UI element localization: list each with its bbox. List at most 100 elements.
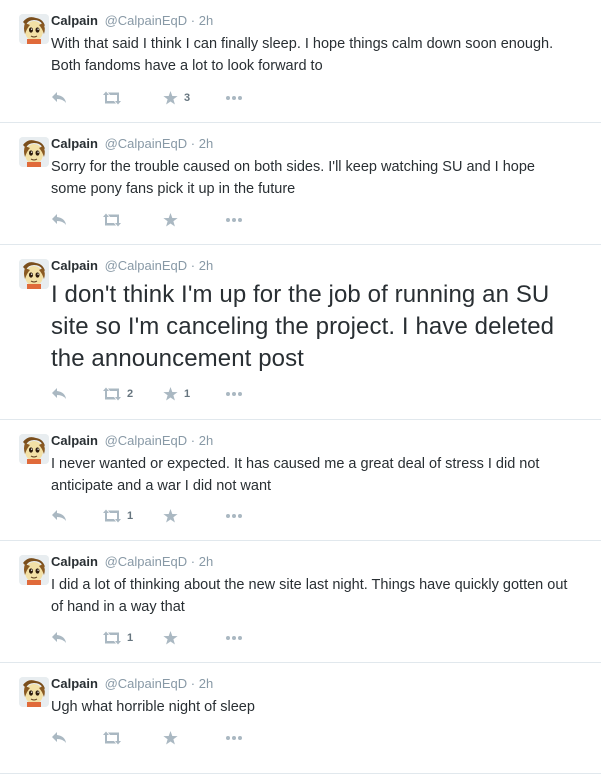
- tweet[interactable]: Calpain @CalpainEqD · 2h Ugh what horrib…: [0, 663, 601, 774]
- user-handle[interactable]: @CalpainEqD: [105, 13, 188, 28]
- favorite-count: 3: [184, 92, 191, 104]
- tweet[interactable]: Calpain @CalpainEqD · 2h Sorry for the t…: [0, 123, 601, 245]
- reply-icon: [52, 92, 66, 103]
- tweet-text: I don't think I'm up for the job of runn…: [51, 281, 555, 372]
- user-name[interactable]: Calpain: [51, 433, 98, 448]
- timestamp[interactable]: 2h: [199, 258, 213, 273]
- tweet-header: Calpain @CalpainEqD · 2h: [51, 257, 571, 275]
- timestamp[interactable]: 2h: [199, 136, 213, 151]
- tweet[interactable]: Calpain @CalpainEqD · 2h I don't think I…: [0, 245, 601, 420]
- user-handle[interactable]: @CalpainEqD: [105, 554, 188, 569]
- more-icon: [226, 514, 242, 518]
- retweet-button[interactable]: [103, 731, 163, 745]
- reply-icon: [52, 214, 66, 225]
- star-icon: [163, 631, 178, 645]
- separator: ·: [190, 676, 196, 691]
- user-name[interactable]: Calpain: [51, 136, 98, 151]
- star-icon: [163, 91, 178, 105]
- retweet-button[interactable]: [103, 213, 163, 227]
- retweet-icon: [103, 387, 121, 401]
- tweet-actions: [51, 211, 243, 229]
- reply-button[interactable]: [51, 213, 103, 227]
- tweet-header: Calpain @CalpainEqD · 2h: [51, 432, 571, 450]
- avatar[interactable]: [19, 677, 49, 707]
- user-handle[interactable]: @CalpainEqD: [105, 676, 188, 691]
- retweet-icon: [103, 631, 121, 645]
- favorite-button[interactable]: 3: [163, 91, 225, 105]
- tweet-timeline: Calpain @CalpainEqD · 2h With that said …: [0, 0, 601, 774]
- reply-button[interactable]: [51, 509, 103, 523]
- avatar[interactable]: [19, 137, 49, 167]
- tweet[interactable]: Calpain @CalpainEqD · 2h I did a lot of …: [0, 541, 601, 663]
- retweet-icon: [103, 213, 121, 227]
- retweet-count: 1: [127, 510, 134, 522]
- pony-avatar-icon: [19, 259, 49, 289]
- retweet-icon: [103, 509, 121, 523]
- separator: ·: [190, 433, 196, 448]
- tweet-actions: 3: [51, 89, 243, 107]
- star-icon: [163, 387, 178, 401]
- avatar[interactable]: [19, 259, 49, 289]
- retweet-button[interactable]: 1: [103, 631, 163, 645]
- more-button[interactable]: [225, 513, 243, 519]
- reply-button[interactable]: [51, 731, 103, 745]
- user-name[interactable]: Calpain: [51, 258, 98, 273]
- reply-icon: [52, 388, 66, 399]
- user-handle[interactable]: @CalpainEqD: [105, 433, 188, 448]
- tweet-text: Sorry for the trouble caused on both sid…: [51, 159, 535, 197]
- tweet-actions: 1: [51, 507, 243, 525]
- avatar[interactable]: [19, 555, 49, 585]
- retweet-button[interactable]: 1: [103, 509, 163, 523]
- user-name[interactable]: Calpain: [51, 13, 98, 28]
- user-name[interactable]: Calpain: [51, 554, 98, 569]
- favorite-button[interactable]: [163, 509, 225, 523]
- timestamp[interactable]: 2h: [199, 554, 213, 569]
- tweet-actions: [51, 729, 243, 747]
- tweet[interactable]: Calpain @CalpainEqD · 2h With that said …: [0, 0, 601, 123]
- tweet-text: Ugh what horrible night of sleep: [51, 699, 255, 715]
- more-icon: [226, 736, 242, 740]
- more-button[interactable]: [225, 95, 243, 101]
- more-button[interactable]: [225, 735, 243, 741]
- avatar[interactable]: [19, 434, 49, 464]
- retweet-count: 1: [127, 632, 134, 644]
- pony-avatar-icon: [19, 434, 49, 464]
- reply-icon: [52, 732, 66, 743]
- tweet-text: With that said I think I can finally sle…: [51, 36, 554, 74]
- favorite-count: 1: [184, 388, 191, 400]
- user-handle[interactable]: @CalpainEqD: [105, 258, 188, 273]
- reply-button[interactable]: [51, 91, 103, 105]
- favorite-button[interactable]: [163, 631, 225, 645]
- user-handle[interactable]: @CalpainEqD: [105, 136, 188, 151]
- more-icon: [226, 392, 242, 396]
- tweet[interactable]: Calpain @CalpainEqD · 2h I never wanted …: [0, 420, 601, 541]
- tweet-text: I never wanted or expected. It has cause…: [51, 456, 540, 494]
- star-icon: [163, 509, 178, 523]
- reply-button[interactable]: [51, 631, 103, 645]
- favorite-button[interactable]: 1: [163, 387, 225, 401]
- tweet-text: I did a lot of thinking about the new si…: [51, 577, 568, 615]
- timestamp[interactable]: 2h: [199, 433, 213, 448]
- user-name[interactable]: Calpain: [51, 676, 98, 691]
- favorite-button[interactable]: [163, 731, 225, 745]
- pony-avatar-icon: [19, 14, 49, 44]
- timestamp[interactable]: 2h: [199, 13, 213, 28]
- reply-button[interactable]: [51, 387, 103, 401]
- retweet-button[interactable]: 2: [103, 387, 163, 401]
- separator: ·: [190, 13, 196, 28]
- tweet-header: Calpain @CalpainEqD · 2h: [51, 135, 571, 153]
- timestamp[interactable]: 2h: [199, 676, 213, 691]
- retweet-icon: [103, 91, 121, 105]
- more-button[interactable]: [225, 391, 243, 397]
- retweet-button[interactable]: [103, 91, 163, 105]
- more-icon: [226, 218, 242, 222]
- separator: ·: [190, 136, 196, 151]
- star-icon: [163, 213, 178, 227]
- separator: ·: [190, 258, 196, 273]
- pony-avatar-icon: [19, 677, 49, 707]
- more-button[interactable]: [225, 217, 243, 223]
- more-button[interactable]: [225, 635, 243, 641]
- favorite-button[interactable]: [163, 213, 225, 227]
- tweet-header: Calpain @CalpainEqD · 2h: [51, 12, 571, 30]
- avatar[interactable]: [19, 14, 49, 44]
